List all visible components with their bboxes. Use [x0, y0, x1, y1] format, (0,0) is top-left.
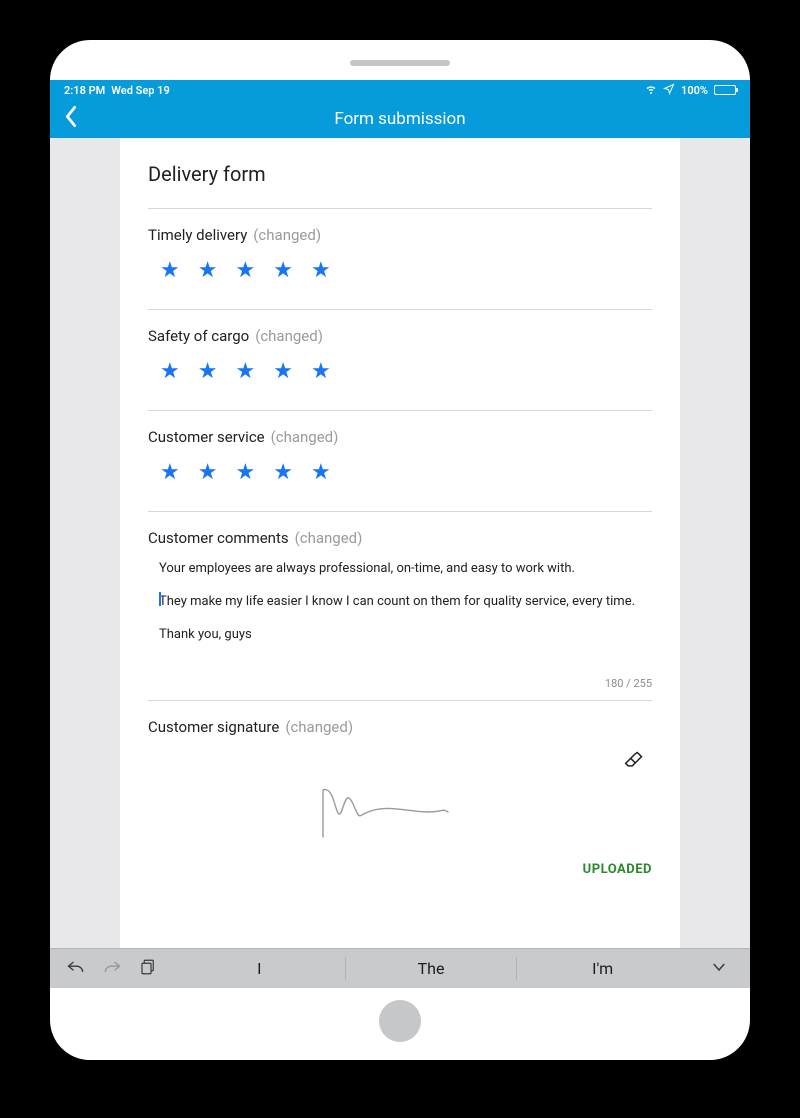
- text-caret: [159, 592, 161, 606]
- hide-keyboard-icon[interactable]: [688, 958, 750, 980]
- battery-pct: 100%: [681, 84, 708, 97]
- field-label: Timely delivery: [148, 226, 247, 244]
- battery-icon: [714, 85, 736, 95]
- status-time: 2:18 PM: [64, 84, 105, 97]
- star-icon[interactable]: ★: [273, 359, 293, 384]
- star-icon[interactable]: ★: [160, 258, 180, 283]
- star-rating-timely[interactable]: ★ ★ ★ ★ ★: [160, 258, 652, 283]
- field-signature: Customer signature (changed) UPLOADED: [148, 717, 652, 877]
- kb-suggestion[interactable]: The: [345, 957, 517, 980]
- changed-badge: (changed): [285, 718, 353, 736]
- star-icon[interactable]: ★: [311, 460, 331, 485]
- star-rating-safety[interactable]: ★ ★ ★ ★ ★: [160, 359, 652, 384]
- home-button[interactable]: [379, 1000, 421, 1042]
- undo-icon[interactable]: [66, 958, 86, 980]
- field-service: Customer service (changed) ★ ★ ★ ★ ★: [148, 427, 652, 501]
- field-safety: Safety of cargo (changed) ★ ★ ★ ★ ★: [148, 326, 652, 400]
- field-label: Customer signature: [148, 718, 279, 736]
- back-button[interactable]: [64, 106, 78, 133]
- header-title: Form submission: [334, 109, 465, 129]
- keyboard-suggestion-bar: I The I'm: [50, 948, 750, 988]
- field-label: Safety of cargo: [148, 327, 249, 345]
- tablet-frame: 2:18 PM Wed Sep 19 100% Form submission …: [50, 40, 750, 1060]
- star-icon[interactable]: ★: [160, 460, 180, 485]
- status-date: Wed Sep 19: [111, 84, 169, 97]
- clipboard-icon[interactable]: [138, 958, 158, 980]
- changed-badge: (changed): [255, 327, 323, 345]
- star-icon[interactable]: ★: [160, 359, 180, 384]
- wifi-icon: [645, 83, 657, 98]
- app-header: Form submission: [50, 100, 750, 138]
- changed-badge: (changed): [253, 226, 321, 244]
- star-icon[interactable]: ★: [235, 359, 255, 384]
- star-icon[interactable]: ★: [273, 258, 293, 283]
- divider: [148, 511, 652, 512]
- status-bar: 2:18 PM Wed Sep 19 100%: [50, 80, 750, 100]
- form-area[interactable]: Delivery form Timely delivery (changed) …: [50, 138, 750, 948]
- form-card: Delivery form Timely delivery (changed) …: [120, 138, 680, 948]
- star-icon[interactable]: ★: [198, 258, 218, 283]
- tablet-speaker: [350, 60, 450, 66]
- field-timely: Timely delivery (changed) ★ ★ ★ ★ ★: [148, 225, 652, 299]
- field-label: Customer service: [148, 428, 265, 446]
- signature-pad[interactable]: [148, 742, 652, 862]
- divider: [148, 410, 652, 411]
- star-icon[interactable]: ★: [235, 258, 255, 283]
- divider: [148, 208, 652, 209]
- comment-line: Your employees are always professional, …: [159, 560, 641, 579]
- comments-textarea[interactable]: Your employees are always professional, …: [148, 551, 652, 681]
- comment-line: Thank you, guys: [159, 626, 641, 645]
- kb-suggestion[interactable]: I: [174, 957, 345, 980]
- field-comments: Customer comments (changed) Your employe…: [148, 528, 652, 690]
- changed-badge: (changed): [271, 428, 339, 446]
- changed-badge: (changed): [295, 529, 363, 547]
- star-icon[interactable]: ★: [273, 460, 293, 485]
- redo-icon: [102, 958, 122, 980]
- comment-line: They make my life easier I know I can co…: [159, 593, 641, 612]
- star-icon[interactable]: ★: [311, 359, 331, 384]
- kb-suggestion[interactable]: I'm: [516, 957, 688, 980]
- divider: [148, 309, 652, 310]
- eraser-icon[interactable]: [624, 750, 644, 774]
- star-icon[interactable]: ★: [198, 460, 218, 485]
- location-icon: [663, 83, 675, 98]
- star-icon[interactable]: ★: [235, 460, 255, 485]
- star-icon[interactable]: ★: [198, 359, 218, 384]
- star-rating-service[interactable]: ★ ★ ★ ★ ★: [160, 460, 652, 485]
- star-icon[interactable]: ★: [311, 258, 331, 283]
- divider: [148, 700, 652, 701]
- field-label: Customer comments: [148, 529, 289, 547]
- upload-status: UPLOADED: [148, 862, 652, 877]
- signature-stroke: [318, 782, 478, 842]
- form-title: Delivery form: [148, 162, 652, 186]
